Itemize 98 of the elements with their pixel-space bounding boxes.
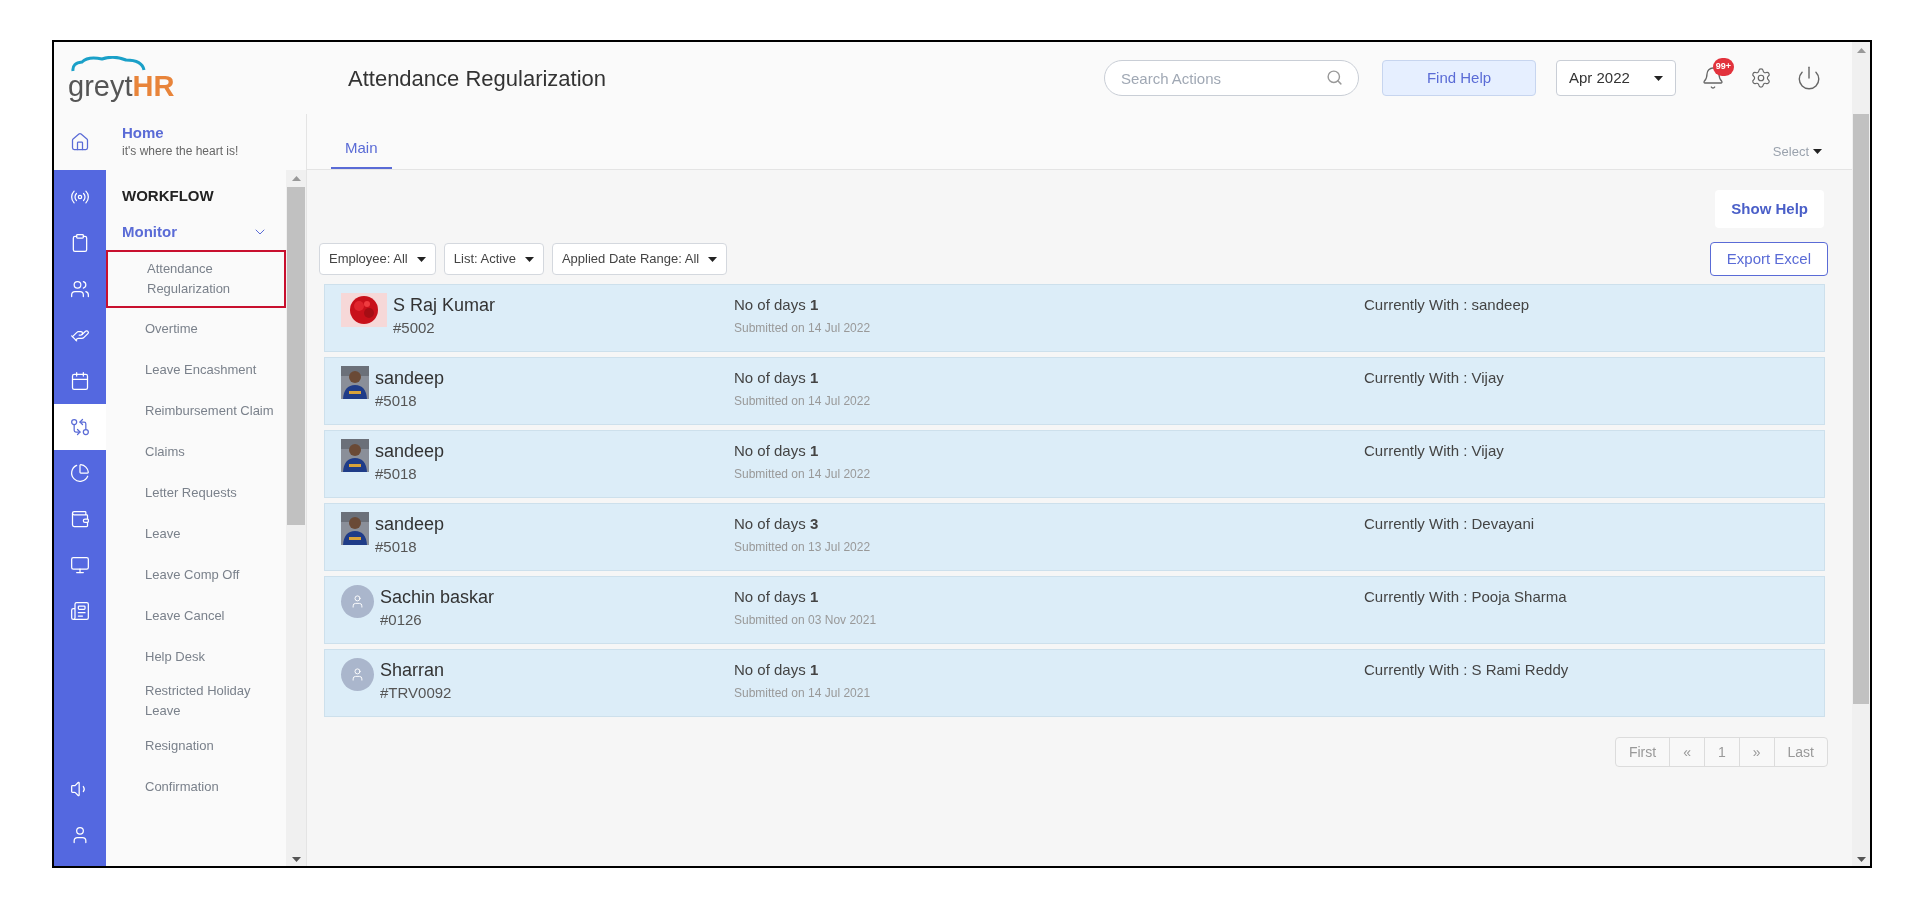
scroll-down-icon[interactable] (291, 857, 301, 862)
menu-item[interactable]: Overtime (106, 308, 286, 349)
workflow-icon (70, 417, 90, 437)
monitor-icon (70, 555, 90, 575)
section-heading: WORKFLOW (121, 185, 215, 206)
scroll-up-icon[interactable] (291, 176, 301, 181)
current-approver: Currently With : Pooja Sharma (1364, 587, 1567, 607)
filter-dropdown[interactable]: Applied Date Range: All (551, 243, 728, 275)
request-card[interactable]: Sharran #TRV0092 No of days 1 Submitted on 14 Jul 2021 Currently With : S Rami Reddy (324, 649, 1825, 717)
avatar-placeholder (341, 658, 374, 691)
caret-icon (1813, 148, 1822, 154)
monitor-group[interactable]: Monitor (106, 214, 286, 250)
menu-item[interactable]: Leave Encashment (106, 349, 286, 390)
home-link[interactable]: Home (122, 123, 239, 143)
current-approver: Currently With : Devayani (1364, 514, 1535, 534)
avatar-placeholder (341, 585, 374, 618)
page-button[interactable]: Last (1773, 738, 1827, 766)
employee-id: #TRV0092 (380, 683, 452, 703)
employee-id: #5018 (375, 391, 418, 411)
tab[interactable]: Main (331, 136, 392, 169)
find-help-button[interactable]: Find Help (1382, 60, 1536, 96)
select-menu[interactable]: Select (1772, 141, 1828, 169)
menu-item[interactable]: Leave (106, 513, 286, 554)
scroll-up-icon[interactable] (1856, 48, 1866, 53)
export-excel-button[interactable]: Export Excel (1709, 242, 1828, 276)
current-approver: Currently With : Vijay (1364, 368, 1504, 388)
home-subtitle: it's where the heart is! (122, 143, 239, 161)
page-title: Attendance Regularization (348, 64, 607, 93)
employee-id: #5018 (375, 464, 418, 484)
calendar-icon (70, 371, 90, 391)
caret-icon (524, 256, 534, 262)
days-count: No of days 1 (734, 368, 820, 388)
submitted-date: Submitted on 14 Jul 2022 (734, 466, 872, 483)
wallet-icon (70, 509, 90, 529)
submitted-date: Submitted on 03 Nov 2021 (734, 612, 878, 629)
employee-name: sandeep (375, 440, 445, 463)
menu-item[interactable]: Help Desk (106, 636, 286, 677)
days-count: No of days 1 (734, 660, 820, 680)
employee-id: #0126 (380, 610, 423, 630)
menu-item[interactable]: Letter Requests (106, 472, 286, 513)
caret-icon (708, 256, 718, 262)
submitted-date: Submitted on 13 Jul 2022 (734, 539, 872, 556)
users-icon (70, 279, 90, 299)
employee-id: #5002 (393, 318, 436, 338)
settings-icon[interactable] (1750, 67, 1772, 89)
days-count: No of days 1 (734, 441, 820, 461)
current-approver: Currently With : sandeep (1364, 295, 1530, 315)
current-approver: Currently With : Vijay (1364, 441, 1504, 461)
employee-name: sandeep (375, 367, 445, 390)
pie-chart-icon (70, 463, 90, 483)
employee-id: #5018 (375, 537, 418, 557)
clipboard-icon (70, 233, 90, 253)
show-help-button[interactable]: Show Help (1715, 190, 1824, 228)
caret-icon (1654, 75, 1663, 81)
rail-button[interactable] (54, 404, 106, 450)
home-icon[interactable] (70, 132, 90, 152)
menu-item[interactable]: Restricted Holiday Leave (106, 677, 286, 725)
request-card[interactable]: Sachin baskar #0126 No of days 1 Submitted on 03 Nov 2021 Currently With : Pooja Sharma (324, 576, 1825, 644)
sidebar-scrollbar[interactable] (286, 170, 306, 866)
menu-item[interactable]: Confirmation (106, 766, 286, 807)
filter-dropdown[interactable]: Employee: All (319, 243, 436, 275)
days-count: No of days 3 (734, 514, 820, 534)
employee-name: sandeep (375, 513, 445, 536)
page-button[interactable]: First (1615, 738, 1670, 766)
employee-name: S Raj Kumar (393, 294, 496, 317)
logo-text[interactable]: greytHR (68, 71, 175, 101)
document-icon (70, 601, 90, 621)
caret-icon (416, 256, 426, 262)
employee-name: Sharran (380, 659, 446, 682)
request-card[interactable]: sandeep #5018 No of days 3 Submitted on 13 Jul 2022 Currently With : Devayani (324, 503, 1825, 571)
request-card[interactable]: sandeep #5018 No of days 1 Submitted on 14 Jul 2022 Currently With : Vijay (324, 357, 1825, 425)
submitted-date: Submitted on 14 Jul 2022 (734, 320, 872, 337)
page-button[interactable]: » (1738, 738, 1774, 766)
menu-item[interactable]: Reimbursement Claim (106, 390, 286, 431)
search-field[interactable]: Search Actions (1104, 60, 1359, 96)
request-card[interactable]: sandeep #5018 No of days 1 Submitted on 14 Jul 2022 Currently With : Vijay (324, 430, 1825, 498)
days-count: No of days 1 (734, 295, 820, 315)
scroll-down-icon[interactable] (1856, 857, 1866, 862)
period-dropdown[interactable]: Apr 2022 (1556, 60, 1676, 96)
menu-item[interactable]: Claims (106, 431, 286, 472)
menu-item[interactable]: Resignation (106, 725, 286, 766)
days-count: No of days 1 (734, 587, 820, 607)
page-button[interactable]: 1 (1703, 738, 1739, 766)
page-button[interactable]: « (1669, 738, 1704, 766)
submitted-date: Submitted on 14 Jul 2021 (734, 685, 872, 702)
current-approver: Currently With : S Rami Reddy (1364, 660, 1569, 680)
scrollbar[interactable] (1852, 42, 1870, 114)
request-card[interactable]: S Raj Kumar #5002 No of days 1 Submitted on 14 Jul 2022 Currently With : sandeep (324, 284, 1825, 352)
power-icon[interactable] (1796, 65, 1822, 91)
employee-name: Sachin baskar (380, 586, 495, 609)
submitted-date: Submitted on 14 Jul 2022 (734, 393, 872, 410)
notification-badge: 99+ (1712, 58, 1734, 76)
search-icon (1326, 69, 1343, 86)
menu-item[interactable]: Attendance Regularization (106, 250, 286, 308)
menu-item[interactable]: Leave Cancel (106, 595, 286, 636)
menu-item[interactable]: Leave Comp Off (106, 554, 286, 595)
page-scrollbar[interactable] (1852, 114, 1870, 866)
filter-dropdown[interactable]: List: Active (443, 243, 544, 275)
